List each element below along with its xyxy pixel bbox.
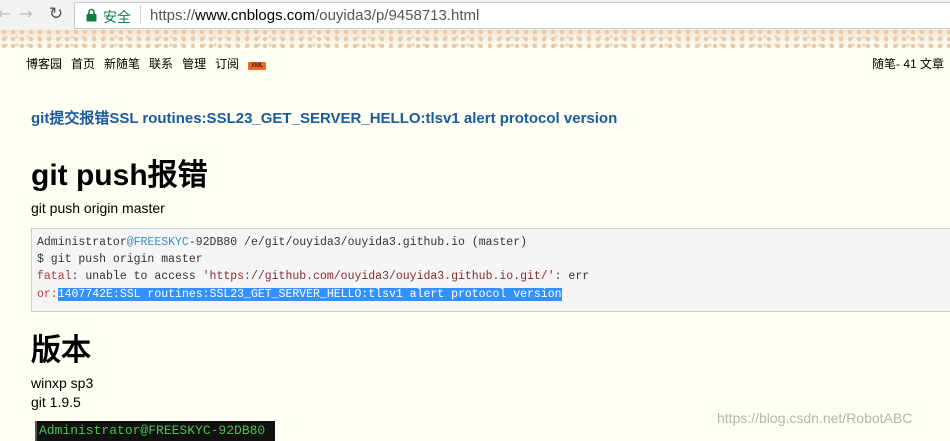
rss-xml-icon[interactable]: XML bbox=[248, 62, 267, 70]
code-line-2: $ git push origin master bbox=[37, 253, 203, 266]
watermark: https://blog.csdn.net/RobotABC bbox=[717, 410, 913, 426]
code-message: : unable to access bbox=[71, 270, 203, 283]
back-arrow-icon[interactable]: ← bbox=[0, 4, 14, 24]
nav-item-cnblogs[interactable]: 博客园 bbox=[26, 57, 62, 71]
selected-error-text[interactable]: 1407742E:SSL routines:SSL23_GET_SERVER_H… bbox=[57, 288, 562, 301]
nav-item-contact[interactable]: 联系 bbox=[149, 57, 173, 71]
decorative-header-edge bbox=[0, 30, 950, 48]
code-err: : err bbox=[554, 270, 590, 283]
url-host: www.cnblogs.com bbox=[195, 7, 316, 24]
code-line-3: fatal: unable to access 'https://github.… bbox=[37, 270, 589, 283]
url-text[interactable]: https://www.cnblogs.com/ouyida3/p/945871… bbox=[150, 7, 479, 24]
code-user: Administrator bbox=[37, 236, 127, 249]
post-title-link[interactable]: git提交报错SSL routines:SSL23_GET_SERVER_HEL… bbox=[31, 107, 617, 128]
nav-item-subscribe[interactable]: 订阅 bbox=[215, 57, 239, 71]
code-or-prefix: or: bbox=[37, 288, 58, 301]
reload-icon[interactable]: ↻ bbox=[46, 4, 66, 24]
forward-arrow-icon[interactable]: → bbox=[16, 4, 36, 24]
site-nav: 博客园 首页 新随笔 联系 管理 订阅 XML bbox=[26, 55, 275, 71]
paragraph-git-version: git 1.9.5 bbox=[31, 394, 81, 410]
nav-item-new-post[interactable]: 新随笔 bbox=[104, 57, 140, 71]
code-path: -92DB80 /e/git/ouyida3/ouyida3.github.io… bbox=[188, 236, 527, 249]
terminal-line: Administrator@FREESKYC-92DB80 bbox=[39, 423, 266, 438]
nav-item-home[interactable]: 首页 bbox=[71, 57, 95, 71]
browser-toolbar: ← → ↻ 安全 https://www.cnblogs.com/ouyida3… bbox=[0, 0, 950, 31]
code-host: @FREESKYC bbox=[126, 236, 189, 249]
lock-icon bbox=[86, 8, 97, 22]
code-block: Administrator@FREESKYC-92DB80 /e/git/ouy… bbox=[31, 228, 950, 312]
heading-git-push-error: git push报错 bbox=[31, 159, 208, 192]
terminal-screenshot: Administrator@FREESKYC-92DB80 bbox=[35, 421, 275, 441]
address-divider bbox=[140, 5, 141, 24]
code-line-1: Administrator@FREESKYC-92DB80 /e/git/ouy… bbox=[37, 236, 527, 249]
url-scheme: https:// bbox=[150, 7, 196, 24]
paragraph-command: git push origin master bbox=[31, 200, 165, 216]
address-bar[interactable]: 安全 https://www.cnblogs.com/ouyida3/p/945… bbox=[74, 2, 950, 29]
url-path: /ouyida3/p/9458713.html bbox=[315, 7, 480, 24]
heading-version: 版本 bbox=[31, 334, 91, 367]
paragraph-os: winxp sp3 bbox=[31, 375, 94, 391]
nav-item-admin[interactable]: 管理 bbox=[182, 57, 206, 71]
code-url-string: 'https://github.com/ouyida3/ouyida3.gith… bbox=[202, 270, 555, 283]
secure-label: 安全 bbox=[103, 9, 131, 25]
code-line-4: or:1407742E:SSL routines:SSL23_GET_SERVE… bbox=[37, 288, 562, 301]
code-fatal: fatal bbox=[37, 270, 72, 283]
post-stats: 随笔- 41 文章 bbox=[872, 57, 945, 71]
